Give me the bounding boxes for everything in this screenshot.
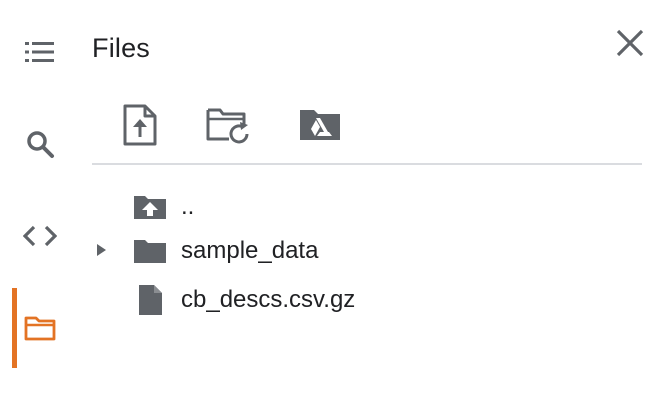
expand-arrow[interactable]	[92, 240, 110, 260]
file-icon-wrap	[130, 284, 170, 316]
tree-item-sample-data[interactable]: sample_data	[92, 229, 652, 271]
active-indicator	[12, 288, 17, 368]
mount-drive-icon	[300, 110, 340, 140]
folder-icon-wrap	[130, 235, 170, 267]
mount-drive-button[interactable]	[295, 100, 345, 150]
tree-item-label: ..	[181, 193, 195, 220]
chevron-right-icon	[97, 244, 106, 256]
tree-item-parent[interactable]: ..	[92, 185, 652, 227]
left-rail	[0, 0, 70, 400]
code-icon	[23, 225, 57, 247]
folder-icon	[24, 316, 56, 341]
parent-folder-icon-wrap	[130, 191, 170, 223]
panel-title: Files	[92, 33, 151, 63]
refresh-folder-icon	[206, 108, 249, 144]
refresh-button[interactable]	[203, 100, 253, 150]
close-button[interactable]	[611, 24, 649, 62]
tree-item-label: cb_descs.csv.gz	[181, 286, 356, 313]
folder-icon	[134, 240, 166, 263]
tree-item-label: sample_data	[181, 237, 319, 264]
parent-folder-icon	[134, 196, 166, 219]
list-icon	[25, 42, 54, 62]
code-snippets-button[interactable]	[18, 214, 62, 258]
search-icon	[27, 131, 54, 158]
toolbar-divider	[92, 163, 642, 165]
upload-file-icon	[123, 104, 157, 146]
tree-item-file[interactable]: cb_descs.csv.gz	[92, 278, 652, 320]
files-button[interactable]	[18, 306, 62, 350]
close-icon	[616, 29, 644, 57]
table-of-contents-button[interactable]	[18, 30, 62, 74]
search-button[interactable]	[18, 122, 62, 166]
upload-button[interactable]	[115, 100, 165, 150]
file-icon	[139, 285, 162, 315]
